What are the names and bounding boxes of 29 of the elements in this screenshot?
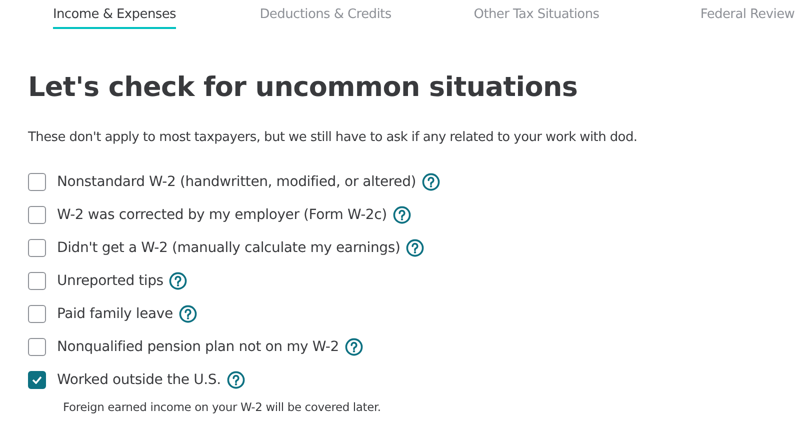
checkbox[interactable] bbox=[28, 206, 46, 224]
nav-tab[interactable]: Deductions & Credits bbox=[260, 5, 392, 29]
nav-tab[interactable]: Other Tax Situations bbox=[474, 5, 600, 29]
checkbox[interactable] bbox=[28, 338, 46, 356]
help-icon[interactable] bbox=[392, 206, 411, 224]
checkbox[interactable] bbox=[28, 272, 46, 290]
help-icon[interactable] bbox=[422, 172, 440, 190]
help-icon[interactable] bbox=[169, 272, 188, 290]
checkbox[interactable] bbox=[28, 304, 46, 322]
option-label: Nonqualified pension plan not on my W-2 bbox=[57, 338, 339, 354]
help-icon[interactable] bbox=[406, 238, 424, 256]
option-label: Paid family leave bbox=[57, 306, 173, 322]
help-icon[interactable] bbox=[345, 338, 363, 356]
option-note: Foreign earned income on your W-2 will be covered later. bbox=[62, 399, 382, 414]
help-icon[interactable] bbox=[226, 370, 245, 388]
option-label: Didn't get a W-2 (manually calculate my earnings) bbox=[57, 240, 400, 256]
intro-text: These don't apply to most taxpayers, but we still have to ask if any related to your work with dod. bbox=[28, 130, 638, 145]
help-icon[interactable] bbox=[178, 304, 197, 322]
nav-tab[interactable]: Federal Review bbox=[700, 5, 795, 29]
page-heading: Let's check for uncommon situations bbox=[28, 72, 579, 103]
option-label: W-2 was corrected by my employer (Form W-2c) bbox=[57, 206, 387, 222]
option-label: Unreported tips bbox=[57, 272, 164, 288]
option-label: Nonstandard W-2 (handwritten, modified, or altered) bbox=[57, 174, 416, 190]
checkbox[interactable] bbox=[28, 238, 46, 256]
checkbox[interactable] bbox=[28, 172, 46, 190]
nav-tab[interactable]: Income & Expenses bbox=[52, 5, 176, 29]
checkbox[interactable] bbox=[28, 370, 46, 388]
check-icon bbox=[32, 376, 42, 384]
option-label: Worked outside the U.S. bbox=[57, 372, 221, 388]
